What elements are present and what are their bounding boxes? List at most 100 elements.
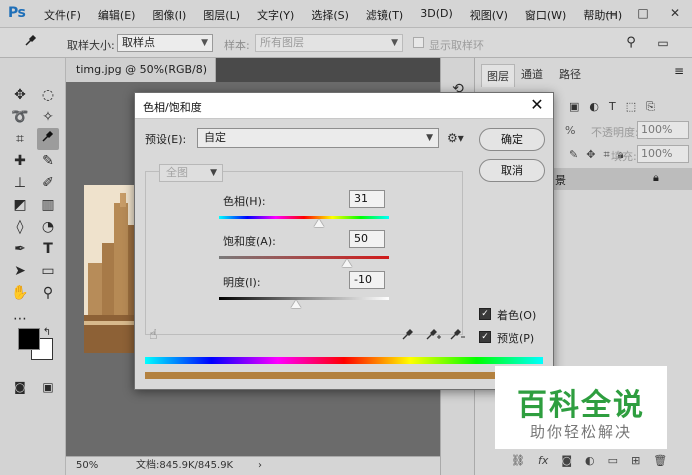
swap-colors-icon[interactable]: ↰ (40, 326, 54, 340)
layer-mode-value[interactable]: % (565, 124, 575, 137)
eyedropper-minus-icon[interactable] (449, 327, 465, 345)
saturation-input[interactable]: 50 (349, 230, 385, 248)
menu-layer[interactable]: 图层(L) (203, 7, 240, 23)
healing-brush-icon[interactable]: ✚ (9, 150, 31, 172)
move-tool-icon[interactable]: ✥ (9, 84, 31, 106)
tab-channels[interactable]: 通道 (521, 66, 543, 82)
new-group-icon[interactable]: ▭ (608, 454, 618, 467)
new-adjustment-icon[interactable]: ◐ (585, 454, 595, 467)
lock-pixels-icon[interactable]: ✎ (569, 148, 578, 162)
eraser-tool-icon[interactable]: ◩ (9, 194, 31, 216)
tab-layers[interactable]: 图层 (481, 64, 515, 87)
history-brush-icon[interactable]: ✐ (37, 172, 59, 194)
show-ring-checkbox[interactable] (413, 37, 424, 48)
saturation-label: 饱和度(A): (223, 235, 276, 248)
channel-select[interactable]: 全图 ▼ (159, 164, 223, 182)
smart-filter-icon[interactable]: ⎘ (646, 100, 655, 114)
fx-icon[interactable]: fx (538, 454, 548, 467)
lock-artboard-icon[interactable]: ⌗ (603, 148, 609, 162)
lock-position-icon[interactable]: ✥ (586, 148, 595, 162)
more-tools-icon[interactable]: ⋯ (9, 308, 31, 330)
marquee-tool-icon[interactable]: ◌ (37, 84, 59, 106)
adjustment-group (145, 171, 463, 335)
menu-3d[interactable]: 3D(D) (420, 7, 453, 23)
menu-select[interactable]: 选择(S) (311, 7, 349, 23)
close-window-button[interactable]: ✕ (660, 4, 690, 22)
opacity-field[interactable]: 100% (637, 121, 689, 139)
screen-mode-icon[interactable]: ▣ (37, 376, 59, 398)
zoom-tool-icon[interactable]: ⚲ (37, 282, 59, 304)
adjust-filter-icon[interactable]: ◐ (589, 100, 599, 114)
pen-tool-icon[interactable]: ✒ (9, 238, 31, 260)
hand-tool-icon[interactable]: ✋ (9, 282, 31, 304)
minimize-button[interactable]: — (596, 4, 626, 22)
sample-size-select[interactable]: 取样点 ▼ (117, 34, 213, 52)
tab-paths[interactable]: 路径 (559, 66, 581, 82)
hue-slider-thumb[interactable] (313, 219, 324, 227)
maximize-button[interactable]: □ (628, 4, 658, 22)
rectangle-tool-icon[interactable]: ▭ (37, 260, 59, 282)
eyedropper-icon[interactable] (401, 327, 415, 345)
menu-window[interactable]: 窗口(W) (525, 7, 566, 23)
menu-filter[interactable]: 滤镜(T) (366, 7, 403, 23)
workspace-icon[interactable]: ▭ (652, 32, 674, 54)
watermark-logo: 百科全说 助你轻松解决 (495, 366, 667, 449)
saturation-slider-thumb[interactable] (341, 259, 352, 267)
preset-options-gear-icon[interactable]: ⚙▾ (447, 131, 464, 145)
colorize-checkbox[interactable]: ✓ (479, 308, 491, 320)
layer-lock-icon: 🔒︎ (653, 171, 659, 184)
type-tool-icon[interactable]: T (37, 238, 59, 260)
eyedropper-preset-icon[interactable] (20, 32, 42, 54)
dodge-tool-icon[interactable]: ◔ (37, 216, 59, 238)
foreground-color-swatch[interactable] (18, 328, 40, 350)
targeted-adjustment-hand-icon[interactable]: ☝ (149, 327, 158, 343)
sample-select[interactable]: 所有图层 ▼ (255, 34, 403, 52)
document-image (84, 185, 140, 353)
cancel-button[interactable]: 取消 (479, 159, 545, 182)
ok-button[interactable]: 确定 (479, 128, 545, 151)
layers-footer-icons: ⛓ fx ◙ ◐ ▭ ⊞ 🗑︎ (511, 454, 667, 467)
lightness-label: 明度(I): (223, 276, 261, 289)
fill-field[interactable]: 100% (637, 145, 689, 163)
type-filter-icon[interactable]: T (609, 100, 616, 114)
panel-menu-icon[interactable]: ≡ (674, 64, 684, 78)
eyedropper-plus-icon[interactable] (425, 327, 441, 345)
hue-slider-track[interactable] (219, 216, 389, 219)
dialog-close-button[interactable]: ✕ (527, 95, 547, 115)
hue-input[interactable]: 31 (349, 190, 385, 208)
add-mask-icon[interactable]: ◙ (561, 454, 572, 467)
crop-tool-icon[interactable]: ⌗ (9, 128, 31, 150)
magic-wand-icon[interactable]: ✧ (37, 106, 59, 128)
menu-edit[interactable]: 编辑(E) (98, 7, 136, 23)
dialog-title: 色相/饱和度 (143, 101, 202, 114)
image-filter-icon[interactable]: ▣ (569, 100, 579, 114)
preset-select[interactable]: 自定 ▼ (197, 128, 439, 148)
stamp-tool-icon[interactable]: ⊥ (9, 172, 31, 194)
zoom-level[interactable]: 50% (76, 457, 98, 474)
fill-label: 填充: (611, 150, 637, 163)
blur-tool-icon[interactable]: ◊ (9, 216, 31, 238)
delete-layer-icon[interactable]: 🗑︎ (653, 454, 667, 467)
status-arrow-icon[interactable]: › (258, 457, 262, 474)
menu-view[interactable]: 视图(V) (470, 7, 508, 23)
lightness-slider-thumb[interactable] (290, 300, 301, 308)
lightness-input[interactable]: -10 (349, 271, 385, 289)
menu-type[interactable]: 文字(Y) (257, 7, 294, 23)
search-icon[interactable]: ⚲ (620, 32, 642, 54)
saturation-slider-track[interactable] (219, 256, 389, 259)
path-select-icon[interactable]: ➤ (9, 260, 31, 282)
lasso-tool-icon[interactable]: ➰ (9, 106, 31, 128)
brush-tool-icon[interactable]: ✎ (37, 150, 59, 172)
shape-filter-icon[interactable]: ⬚ (626, 100, 636, 114)
dialog-titlebar[interactable]: 色相/饱和度 ✕ (135, 93, 553, 119)
lightness-slider-track[interactable] (219, 297, 389, 300)
document-tab[interactable]: timg.jpg @ 50%(RGB/8) * × (66, 58, 216, 100)
preview-checkbox[interactable]: ✓ (479, 331, 491, 343)
menu-image[interactable]: 图像(I) (152, 7, 186, 23)
menu-file[interactable]: 文件(F) (44, 7, 81, 23)
new-layer-icon[interactable]: ⊞ (631, 454, 640, 467)
link-layers-icon[interactable]: ⛓ (511, 454, 525, 467)
gradient-tool-icon[interactable]: ▥ (37, 194, 59, 216)
quick-mask-icon[interactable]: ◙ (9, 376, 31, 398)
eyedropper-tool-icon[interactable] (37, 128, 59, 150)
